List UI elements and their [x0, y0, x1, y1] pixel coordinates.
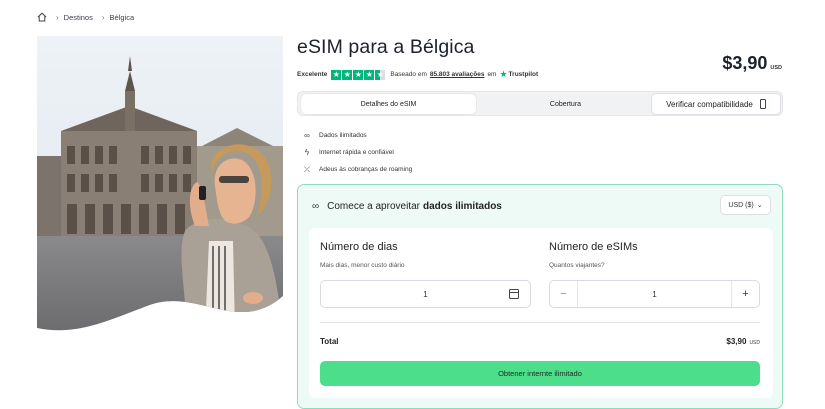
breadcrumb: › Destinos › Bélgica: [37, 12, 134, 22]
total-label: Total: [320, 337, 339, 346]
price-amount: $3,90: [722, 53, 768, 73]
rating-stars: ★ ★ ★ ★ ★: [331, 69, 386, 80]
increment-button[interactable]: +: [731, 281, 759, 307]
total-currency: USD: [749, 340, 760, 346]
calendar-icon[interactable]: [509, 289, 519, 299]
panel-heading-bold: dados ilimitados: [422, 201, 502, 212]
reviews-link[interactable]: 85.803 avaliações: [430, 71, 485, 78]
sims-stepper: − 1 +: [549, 280, 760, 308]
feature-item: ∞ Dados ilimitados: [301, 127, 412, 144]
lightning-icon: ϟ: [304, 148, 310, 157]
star-half-icon: ★: [375, 69, 386, 80]
divider: [320, 322, 760, 323]
breadcrumb-destinos[interactable]: Destinos: [64, 13, 93, 22]
tab-coverage[interactable]: Cobertura: [478, 94, 653, 114]
trustpilot-rating: Excelente ★ ★ ★ ★ ★ Baseado em 85.803 av…: [297, 69, 538, 80]
rating-text-after: em: [487, 71, 497, 78]
check-compatibility-label: Verificar compatibilidade: [666, 99, 753, 109]
price-currency: USD: [770, 65, 782, 71]
home-icon[interactable]: [37, 12, 47, 22]
chevron-right-icon: ›: [56, 12, 59, 22]
purchase-panel: ∞ Comece a aproveitar dados ilimitados U…: [297, 184, 783, 409]
feature-label: Dados ilimitados: [319, 132, 367, 139]
rating-text-before: Baseado em: [390, 71, 427, 78]
star-icon: ★: [331, 69, 342, 80]
feature-item: ⤫ Adeus às cobranças de roaming: [301, 161, 412, 178]
infinity-icon: ∞: [312, 201, 320, 212]
phone-icon: [759, 99, 766, 109]
days-value: 1: [423, 290, 428, 299]
total-price: $3,90 USD: [726, 337, 760, 346]
feature-label: Adeus às cobranças de roaming: [319, 166, 413, 173]
total-value: $3,90: [726, 337, 747, 346]
star-icon: ★: [342, 69, 353, 80]
trustpilot-star-icon: ★: [499, 69, 508, 79]
feature-label: Internet rápida e confiável: [319, 149, 394, 156]
panel-heading: ∞ Comece a aproveitar dados ilimitados: [312, 201, 502, 212]
star-icon: ★: [353, 69, 364, 80]
trustpilot-brand: Trustpilot: [508, 71, 539, 78]
sims-subtitle: Quantos viajantes?: [549, 262, 605, 269]
tab-esim-details[interactable]: Detalhes do eSIM: [301, 94, 476, 114]
page-title: eSIM para a Bélgica: [297, 36, 475, 58]
get-unlimited-button[interactable]: Obtener internte ilimitado: [320, 361, 760, 386]
star-icon: ★: [364, 69, 375, 80]
days-title: Número de dias: [320, 241, 398, 253]
order-card: Número de dias Mais dias, menor custo di…: [309, 228, 773, 398]
currency-select-value: USD ($): [728, 201, 754, 209]
check-compatibility-button[interactable]: Verificar compatibilidade: [651, 93, 781, 115]
days-subtitle: Mais dias, menor custo diário: [320, 262, 405, 269]
trustpilot-logo: ★ Trustpilot: [499, 69, 538, 80]
sims-title: Número de eSIMs: [549, 241, 638, 253]
feature-list: ∞ Dados ilimitados ϟ Internet rápida e c…: [301, 127, 412, 178]
feature-item: ϟ Internet rápida e confiável: [301, 144, 412, 161]
panel-heading-prefix: Comece a aproveitar: [327, 201, 420, 212]
currency-select[interactable]: USD ($) ⌄: [720, 195, 771, 215]
product-tabs: Detalhes do eSIM Cobertura Verificar com…: [297, 91, 783, 116]
chevron-right-icon: ›: [101, 12, 105, 22]
no-roaming-icon: ⤫: [303, 164, 311, 174]
days-input[interactable]: 1: [320, 280, 531, 308]
rating-label: Excelente: [297, 71, 328, 78]
product-price: $3,90 USD: [722, 53, 782, 74]
infinity-icon: ∞: [304, 131, 310, 140]
sims-value[interactable]: 1: [578, 290, 731, 299]
hero-image: [37, 36, 283, 332]
chevron-down-icon: ⌄: [756, 202, 763, 209]
decrement-button[interactable]: −: [550, 281, 578, 307]
breadcrumb-belgica[interactable]: Bélgica: [110, 13, 135, 22]
